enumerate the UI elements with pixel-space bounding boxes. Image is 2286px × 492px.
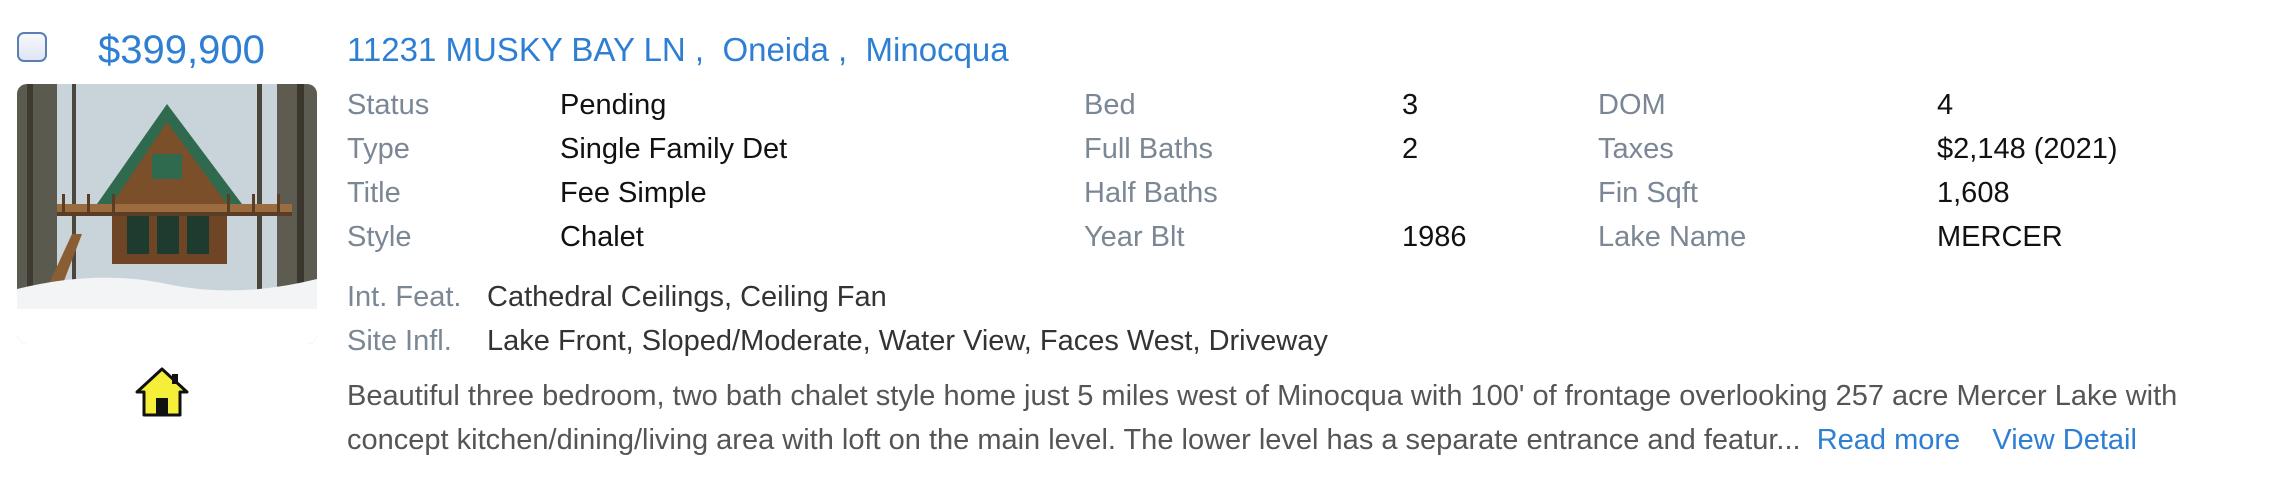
- address-city-link[interactable]: Minocqua: [866, 31, 1009, 68]
- detail-value: Single Family Det: [560, 133, 788, 165]
- detail-label: Style: [347, 221, 412, 253]
- detail-value: 3: [1402, 89, 1419, 121]
- detail-label: Taxes: [1598, 133, 1674, 165]
- detail-label: Title: [347, 177, 401, 209]
- address-street-link[interactable]: 11231 MUSKY BAY LN: [347, 31, 686, 68]
- site-infl-value: Lake Front, Sloped/Moderate, Water View,…: [487, 325, 1328, 357]
- address-separator: ,: [685, 31, 723, 68]
- listing-description: Beautiful three bedroom, two bath chalet…: [347, 374, 2286, 462]
- detail-value: 2: [1402, 133, 1419, 165]
- select-listing-checkbox[interactable]: [17, 32, 47, 62]
- detail-value: 1,608: [1937, 177, 2010, 209]
- read-more-link[interactable]: Read more: [1817, 424, 1960, 456]
- listing-photo[interactable]: [17, 84, 317, 344]
- home-icon[interactable]: [134, 366, 190, 418]
- detail-label: Fin Sqft: [1598, 177, 1698, 209]
- detail-label: Half Baths: [1084, 177, 1218, 209]
- detail-value: 1986: [1402, 221, 1467, 253]
- address-separator: ,: [828, 31, 866, 68]
- detail-label: Lake Name: [1598, 221, 1747, 253]
- description-line-1: Beautiful three bedroom, two bath chalet…: [347, 380, 2178, 412]
- detail-value: 4: [1937, 89, 1954, 121]
- detail-label: Bed: [1084, 89, 1136, 121]
- int-feat-value: Cathedral Ceilings, Ceiling Fan: [487, 281, 887, 313]
- listing-address[interactable]: 11231 MUSKY BAY LN , Oneida , Minocqua: [347, 22, 1009, 78]
- detail-value: Pending: [560, 89, 667, 121]
- detail-value: MERCER: [1937, 221, 2063, 253]
- description-line-2-text: concept kitchen/dining/living area with …: [347, 424, 1801, 456]
- description-line-2: concept kitchen/dining/living area with …: [347, 418, 2286, 462]
- detail-value: Chalet: [560, 221, 644, 253]
- detail-label: Full Baths: [1084, 133, 1213, 165]
- view-detail-link[interactable]: View Detail: [1992, 424, 2137, 456]
- detail-label: Status: [347, 89, 430, 121]
- detail-label: Year Blt: [1084, 221, 1185, 253]
- address-county-link[interactable]: Oneida: [722, 31, 828, 68]
- int-feat-label: Int. Feat.: [347, 281, 462, 313]
- listing-photo-image: [17, 84, 317, 344]
- detail-label: Type: [347, 133, 410, 165]
- detail-value: Fee Simple: [560, 177, 707, 209]
- site-infl-label: Site Infl.: [347, 325, 452, 357]
- listing-price: $399,900: [98, 28, 265, 72]
- detail-value: $2,148 (2021): [1937, 133, 2118, 165]
- detail-label: DOM: [1598, 89, 1666, 121]
